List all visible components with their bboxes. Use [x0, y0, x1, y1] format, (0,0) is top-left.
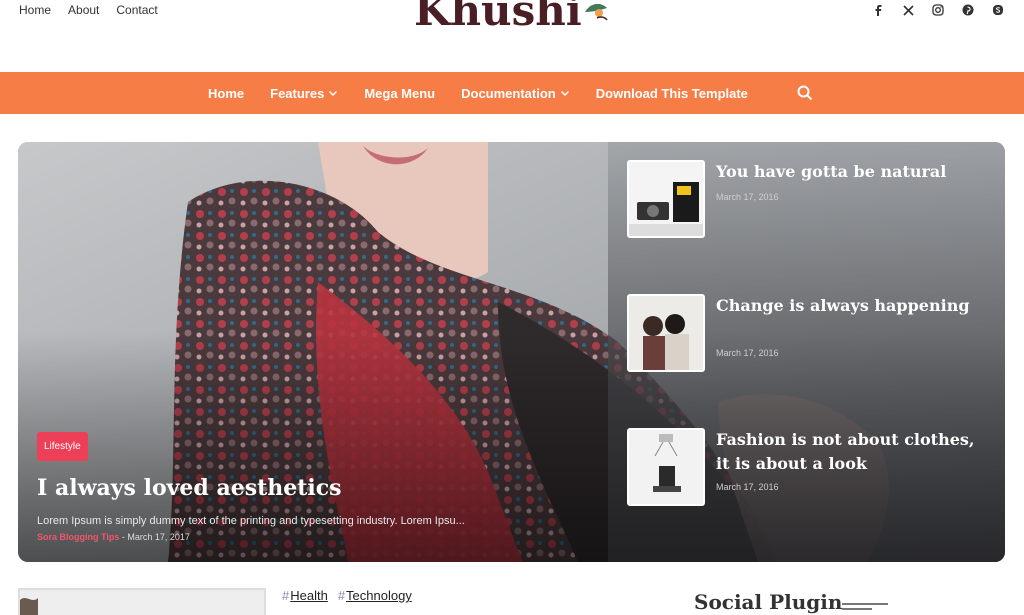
top-link-home[interactable]: Home: [19, 3, 51, 17]
skype-icon[interactable]: [990, 2, 1006, 18]
main-nav: Home Features Mega Menu Documentation Do…: [0, 72, 1024, 114]
side-post-title[interactable]: Change is always happening: [716, 294, 986, 318]
nav-items: Home Features Mega Menu Documentation Do…: [208, 72, 748, 114]
post-thumbnail[interactable]: [18, 588, 266, 615]
search-icon[interactable]: [796, 84, 814, 102]
top-link-contact[interactable]: Contact: [116, 3, 157, 17]
nav-item-home[interactable]: Home: [208, 86, 244, 101]
category-badge[interactable]: Lifestyle: [37, 432, 88, 461]
logo-leaf-icon: [585, 3, 608, 21]
tag-label: Health: [290, 588, 328, 603]
post-author[interactable]: Sora Blogging Tips: [37, 532, 119, 542]
nav-item-label: Mega Menu: [364, 85, 436, 101]
social-links: [870, 2, 1006, 18]
post-date: March 17, 2017: [127, 532, 190, 542]
nav-item-label: Home: [208, 85, 245, 101]
title-decoration: [842, 603, 888, 610]
facebook-icon[interactable]: [870, 2, 886, 18]
nav-item-label: Documentation: [461, 85, 556, 101]
hero-meta: Sora Blogging Tips - March 17, 2017: [37, 532, 190, 542]
side-post-date: March 17, 2016: [716, 348, 779, 358]
featured-hero: Lifestyle I always loved aesthetics Lore…: [18, 142, 1005, 562]
site-logo[interactable]: Khushi: [414, 0, 582, 35]
post-thumbnail[interactable]: [627, 160, 705, 238]
nav-item-mega-menu[interactable]: Mega Menu: [364, 86, 435, 101]
tag-label: Technology: [346, 588, 412, 603]
hero-excerpt: Lorem Ipsum is simply dummy text of the …: [37, 515, 465, 527]
side-post[interactable]: Fashion is not about clothes, it is abou…: [627, 428, 997, 508]
nav-item-label: Features: [270, 85, 325, 101]
nav-item-label: Download This Template: [595, 85, 748, 101]
nav-item-documentation[interactable]: Documentation: [461, 86, 570, 101]
side-post-title[interactable]: Fashion is not about clothes, it is abou…: [716, 428, 986, 476]
hero-title[interactable]: I always loved aesthetics: [37, 475, 342, 501]
meta-separator: -: [121, 532, 125, 542]
x-icon[interactable]: [900, 2, 916, 18]
chevron-down-icon: [329, 90, 338, 97]
post-thumbnail[interactable]: [627, 428, 705, 506]
hash-icon: #: [282, 588, 290, 603]
tag-health[interactable]: #Health: [282, 588, 328, 603]
widget-title: Social Plugin: [694, 590, 843, 614]
top-link-about[interactable]: About: [68, 3, 99, 17]
side-post-date: March 17, 2016: [716, 482, 779, 492]
pinterest-icon[interactable]: [960, 2, 976, 18]
tag-technology[interactable]: #Technology: [338, 588, 412, 603]
nav-item-download-template[interactable]: Download This Template: [596, 86, 748, 101]
side-post-date: March 17, 2016: [716, 192, 779, 202]
top-bar: Home About Contact Khushi: [0, 0, 1024, 72]
instagram-icon[interactable]: [930, 2, 946, 18]
chevron-down-icon: [560, 90, 569, 97]
post-tags: #Health #Technology: [282, 588, 412, 603]
top-links: Home About Contact: [19, 3, 158, 17]
side-post[interactable]: Change is always happening March 17, 201…: [627, 294, 997, 374]
hash-icon: #: [337, 588, 346, 603]
nav-item-features[interactable]: Features: [270, 86, 338, 101]
side-post[interactable]: You have gotta be natural March 17, 2016: [627, 160, 997, 240]
side-post-title[interactable]: You have gotta be natural: [716, 160, 986, 184]
post-thumbnail[interactable]: [627, 294, 705, 372]
